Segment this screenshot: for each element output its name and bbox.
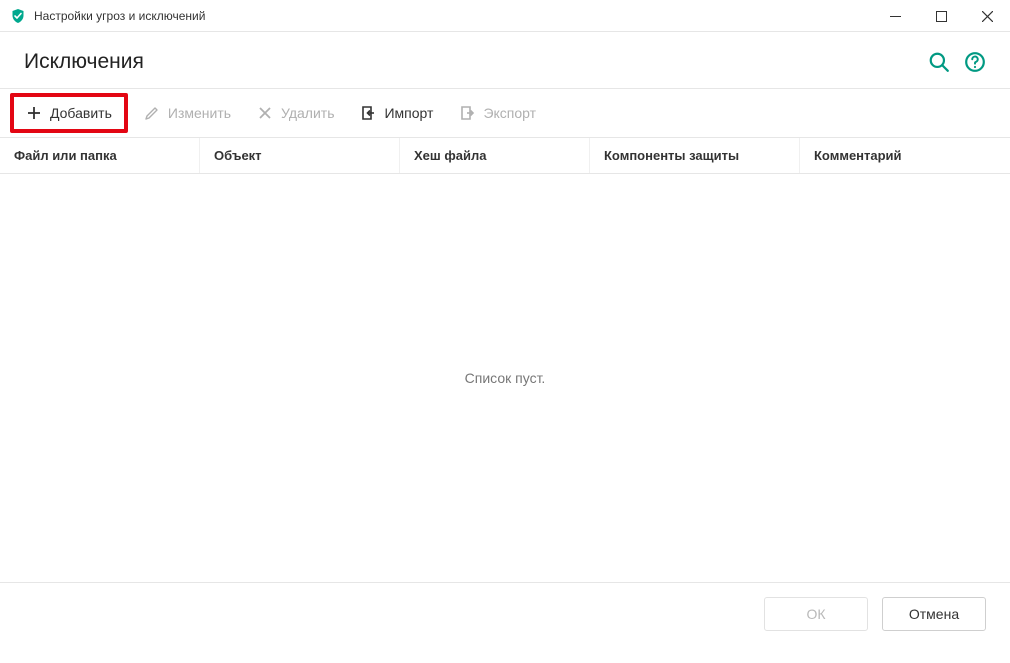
edit-label: Изменить (168, 105, 231, 121)
empty-list-area: Список пуст. (0, 174, 1010, 582)
add-label: Добавить (50, 105, 112, 121)
add-button[interactable]: Добавить (10, 93, 128, 133)
shield-icon (10, 8, 26, 24)
col-protection-components[interactable]: Компоненты защиты (590, 138, 800, 173)
close-button[interactable] (964, 0, 1010, 32)
column-headers: Файл или папка Объект Хеш файла Компонен… (0, 138, 1010, 174)
window-controls (872, 0, 1010, 31)
pencil-icon (144, 105, 160, 121)
col-object[interactable]: Объект (200, 138, 400, 173)
footer: ОК Отмена (0, 582, 1010, 644)
col-file-hash[interactable]: Хеш файла (400, 138, 590, 173)
edit-button: Изменить (134, 99, 241, 127)
col-comment[interactable]: Комментарий (800, 138, 1010, 173)
window-title: Настройки угроз и исключений (34, 9, 872, 23)
page-title: Исключения (24, 50, 914, 74)
import-label: Импорт (384, 105, 433, 121)
ok-button: ОК (764, 597, 868, 631)
page-header: Исключения (0, 32, 1010, 88)
export-label: Экспорт (483, 105, 536, 121)
col-file-or-folder[interactable]: Файл или папка (0, 138, 200, 173)
minimize-button[interactable] (872, 0, 918, 32)
search-icon[interactable] (928, 51, 950, 73)
import-icon (360, 105, 376, 121)
help-icon[interactable] (964, 51, 986, 73)
empty-message: Список пуст. (465, 370, 546, 386)
export-button: Экспорт (449, 99, 546, 127)
toolbar: Добавить Изменить Удалить Импорт Экспорт (0, 88, 1010, 138)
export-icon (459, 105, 475, 121)
delete-label: Удалить (281, 105, 334, 121)
title-bar: Настройки угроз и исключений (0, 0, 1010, 32)
x-icon (257, 105, 273, 121)
import-button[interactable]: Импорт (350, 99, 443, 127)
delete-button: Удалить (247, 99, 344, 127)
plus-icon (26, 105, 42, 121)
maximize-button[interactable] (918, 0, 964, 32)
cancel-button[interactable]: Отмена (882, 597, 986, 631)
